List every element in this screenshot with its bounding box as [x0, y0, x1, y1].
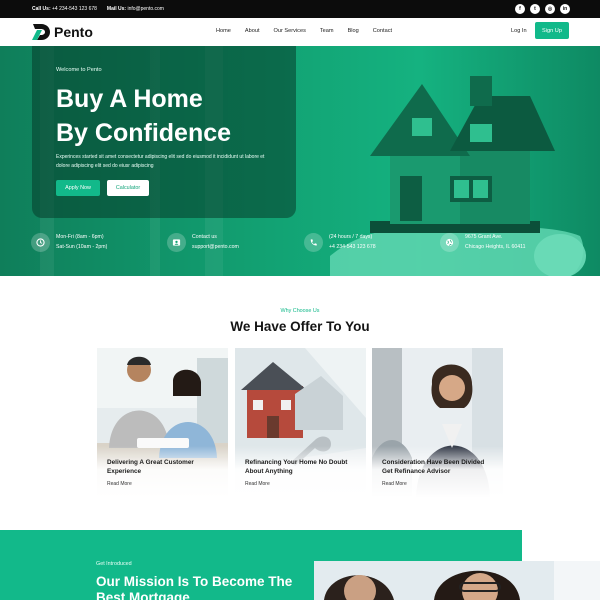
info-contact-line1: Contact us — [192, 234, 217, 240]
nav-our-services[interactable]: Our Services — [274, 28, 306, 34]
globe-icon — [440, 232, 459, 252]
topbar-call[interactable]: Call Us: +4 234-543 123 678 — [32, 6, 97, 12]
linkedin-icon[interactable]: in — [560, 4, 570, 14]
info-address-line2: Chicago Heights, IL 60411 — [465, 244, 526, 250]
info-phone-number[interactable]: +4 234-543 123 678 — [329, 244, 376, 250]
brand-name: Pento — [54, 24, 93, 40]
card-title: Delivering A Great Customer Experience — [107, 459, 194, 475]
topbar-mail[interactable]: Mail Us: info@pento.com — [107, 6, 164, 12]
team-photo-graphic — [314, 561, 600, 600]
mail-label: Mail Us: — [106, 6, 127, 12]
apply-now-button[interactable]: Apply Now — [56, 180, 100, 196]
twitter-icon[interactable]: t — [530, 4, 540, 14]
hero-banner: Welcome to Pento Buy A Home By Confidenc… — [0, 46, 600, 276]
nav-about[interactable]: About — [245, 28, 260, 34]
info-phone: (24 hours / 7 days) +4 234-543 123 678 — [304, 232, 376, 252]
info-hours: Mon-Fri (8am - 6pm) Sat-Sun (10am - 2pm) — [31, 232, 107, 252]
read-more-link[interactable]: Read More — [382, 481, 407, 487]
mission-tag: Get Introduced — [96, 561, 132, 567]
info-contact-email[interactable]: support@pento.com — [192, 244, 239, 250]
nav-home[interactable]: Home — [216, 28, 231, 34]
section-tag: Why Choose Us — [280, 308, 320, 314]
main-nav: Home About Our Services Team Blog Contac… — [216, 28, 392, 34]
offer-card[interactable]: Refinancing Your Home No Doubt About Any… — [235, 348, 366, 498]
phone-icon — [304, 232, 323, 252]
mission-title: Our Mission Is To Become The Best Mortga… — [96, 574, 293, 600]
team-photo-image — [314, 561, 600, 600]
info-phone-text: (24 hours / 7 days) +4 234-543 123 678 — [329, 232, 376, 252]
info-address: 9675 Grant Ave. Chicago Heights, IL 6041… — [440, 232, 526, 252]
nav-blog[interactable]: Blog — [348, 28, 359, 34]
read-more-link[interactable]: Read More — [245, 481, 270, 487]
instagram-icon[interactable]: ◎ — [545, 4, 555, 14]
card-title: Refinancing Your Home No Doubt About Any… — [245, 459, 348, 475]
site-header: Pento Home About Our Services Team Blog … — [0, 18, 600, 46]
login-link[interactable]: Log In — [511, 28, 527, 34]
topbar-contact: Call Us: +4 234-543 123 678 Mail Us: inf… — [32, 6, 164, 12]
info-hours-line2: Sat-Sun (10am - 2pm) — [56, 244, 108, 250]
hero-title-line2: By Confidence — [56, 119, 232, 147]
offer-card[interactable]: Delivering A Great Customer Experience R… — [97, 348, 228, 498]
section-title: We Have Offer To You — [230, 319, 370, 334]
signup-button[interactable]: Sign Up — [535, 22, 569, 39]
top-bar: Call Us: +4 234-543 123 678 Mail Us: inf… — [0, 0, 600, 18]
info-hours-line1: Mon-Fri (8am - 6pm) — [56, 234, 104, 240]
brand-logo[interactable]: Pento — [31, 23, 93, 41]
hero-description: Experinces started sit amet consectetur … — [56, 154, 265, 169]
info-contact: Contact us support@pento.com — [167, 232, 239, 252]
offer-card[interactable]: Consideration Have Been Divided Get Refi… — [372, 348, 503, 498]
call-value: +4 234-543 123 678 — [52, 6, 97, 12]
info-hours-text: Mon-Fri (8am - 6pm) Sat-Sun (10am - 2pm) — [56, 232, 107, 252]
info-address-line1: 9675 Grant Ave. — [465, 234, 503, 240]
hero-title-line1: Buy A Home — [56, 85, 203, 113]
mail-value: info@pento.com — [127, 6, 164, 12]
info-phone-line1: (24 hours / 7 days) — [329, 234, 373, 240]
nav-team[interactable]: Team — [320, 28, 334, 34]
hero-welcome: Welcome to Pento — [56, 67, 102, 73]
read-more-link[interactable]: Read More — [107, 481, 132, 487]
nav-contact[interactable]: Contact — [373, 28, 392, 34]
logo-mark-icon — [32, 24, 50, 40]
card-title: Consideration Have Been Divided Get Refi… — [382, 459, 485, 475]
hero-title: Buy A Home By Confidence — [56, 82, 296, 150]
call-label: Call Us: — [32, 6, 51, 12]
facebook-icon[interactable]: f — [515, 4, 525, 14]
social-links: f t ◎ in — [515, 4, 570, 14]
calculator-button[interactable]: Calculator — [107, 180, 149, 196]
contact-card-icon — [167, 232, 186, 252]
clock-icon — [31, 232, 50, 252]
info-address-text: 9675 Grant Ave. Chicago Heights, IL 6041… — [465, 232, 526, 252]
info-contact-text: Contact us support@pento.com — [192, 232, 239, 252]
